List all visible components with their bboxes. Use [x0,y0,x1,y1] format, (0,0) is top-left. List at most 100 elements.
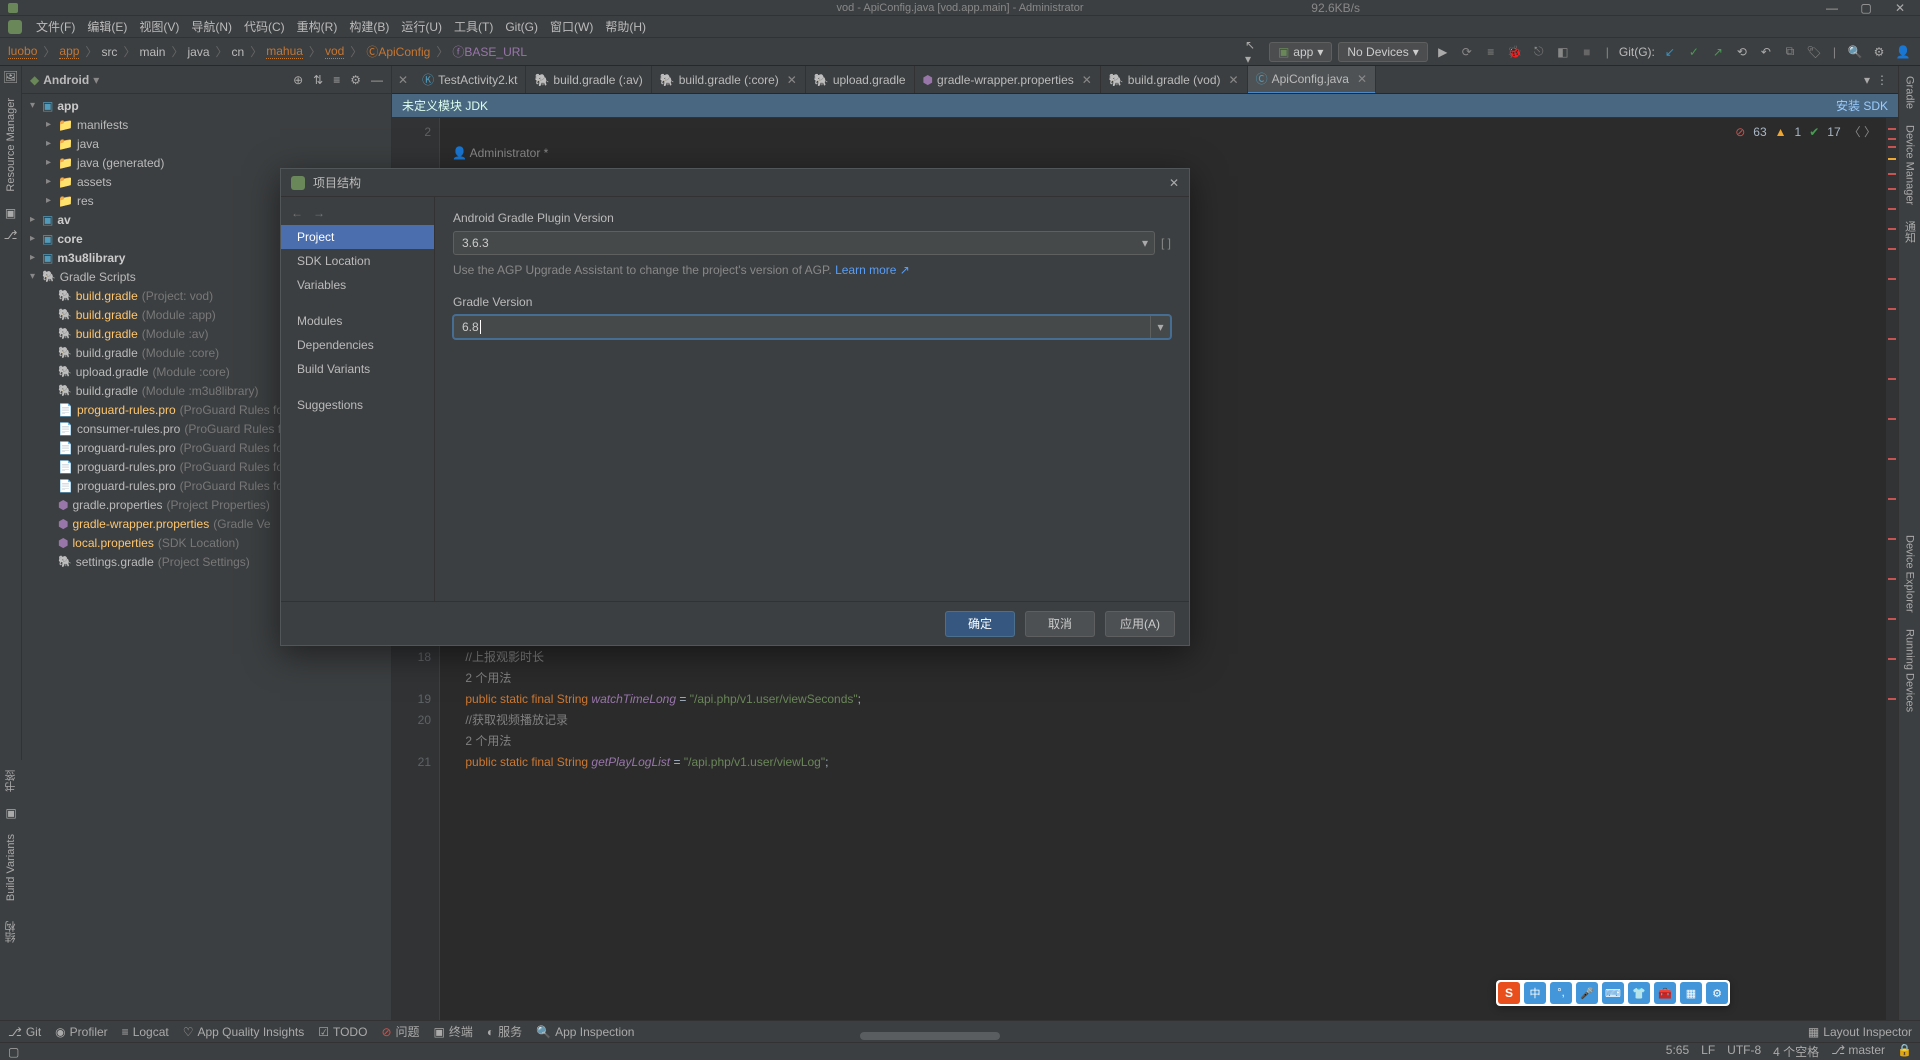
tool-device-manager[interactable]: Device Manager [1904,119,1916,211]
nav-back-icon[interactable]: ← [291,206,303,220]
tab-build-core[interactable]: 🐘build.gradle (:core)✕ [652,66,806,94]
search-icon[interactable]: 🔍 [1846,43,1864,61]
maximize-button[interactable]: ▢ [1850,0,1882,16]
menu-build[interactable]: 构建(B) [343,18,395,35]
status-encoding[interactable]: UTF-8 [1727,1043,1761,1060]
gear-icon[interactable]: ⚙ [350,73,361,87]
nav-fwd-icon[interactable]: → [313,206,325,220]
tool-git[interactable]: ⎇ Git [8,1025,41,1039]
tab-close-left[interactable]: ✕ [392,73,414,87]
breadcrumb[interactable]: src [101,45,117,59]
tab-wrapper[interactable]: ⬢gradle-wrapper.properties✕ [915,66,1101,94]
close-button[interactable]: ✕ [1884,0,1916,16]
tool-running-devices[interactable]: Running Devices [1904,623,1916,718]
status-lock-icon[interactable]: 🔒 [1897,1043,1912,1060]
tool-aqi[interactable]: ♡ App Quality Insights [183,1025,305,1039]
tool-gradle[interactable]: Gradle [1904,70,1916,115]
collapse-icon[interactable]: ≡ [333,73,340,87]
avatar-icon[interactable]: 👤 [1894,43,1912,61]
history-icon[interactable]: ⟲ [1733,43,1751,61]
tool-build-variants[interactable]: Build Variants [5,828,17,907]
menu-refactor[interactable]: 重构(R) [291,18,344,35]
breadcrumb-field[interactable]: ⓕ BASE_URL [452,43,527,60]
run-config-selector[interactable]: ▣ app ▾ [1269,42,1332,62]
menu-run[interactable]: 运行(U) [395,18,448,35]
ime-logo-icon[interactable]: S [1498,982,1520,1004]
profile-icon[interactable]: ◧ [1554,43,1572,61]
settings-icon[interactable]: ⚙ [1870,43,1888,61]
tool-app-inspection[interactable]: 🔍 App Inspection [536,1025,634,1039]
ime-keyboard-icon[interactable]: ⌨ [1602,982,1624,1004]
tab-build-av[interactable]: 🐘build.gradle (:av) [526,66,651,94]
tool-notifications[interactable]: 通知 [1902,215,1918,249]
ime-toolbar[interactable]: S 中 °, 🎤 ⌨ 👕 🧰 ▦ ⚙ [1496,980,1730,1006]
hide-icon[interactable]: — [371,73,383,87]
sidebar-item-deps[interactable]: Dependencies [281,333,434,357]
sidebar-item-sdk[interactable]: SDK Location [281,249,434,273]
tool-terminal[interactable]: ▣ 终端 [434,1023,473,1040]
ime-grid-icon[interactable]: ▦ [1680,982,1702,1004]
ime-tool-icon[interactable]: 🧰 [1654,982,1676,1004]
sidebar-item-suggestions[interactable]: Suggestions [281,393,434,417]
menu-window[interactable]: 窗口(W) [544,18,599,35]
banner-action-link[interactable]: 安装 SDK [1836,97,1888,114]
breadcrumb[interactable]: vod [325,44,344,59]
device-selector[interactable]: No Devices ▾ [1338,42,1427,62]
tab-upload[interactable]: 🐘upload.gradle [806,66,915,94]
ime-punct-icon[interactable]: °, [1550,982,1572,1004]
tool-layout-inspector[interactable]: ▦ Layout Inspector [1808,1025,1912,1039]
tool-bookmarks[interactable]: 书签 [3,764,19,798]
ok-button[interactable]: 确定 [945,611,1015,637]
bug-icon[interactable]: 🐞 [1506,43,1524,61]
menu-nav[interactable]: 导航(N) [185,18,238,35]
breadcrumb[interactable]: java [187,45,209,59]
tool-structure[interactable]: 结构 [3,915,19,949]
menu-file[interactable]: 文件(F) [30,18,81,35]
apply-button[interactable]: 应用(A) [1105,611,1175,637]
menu-help[interactable]: 帮助(H) [599,18,652,35]
compare-icon[interactable]: ⧉ [1781,43,1799,61]
git-update-icon[interactable]: ↙ [1661,43,1679,61]
commit-icon[interactable]: ⎇ [4,228,18,242]
stop-icon[interactable]: ■ [1578,43,1596,61]
ime-skin-icon[interactable]: 👕 [1628,982,1650,1004]
ime-settings-icon[interactable]: ⚙ [1706,982,1728,1004]
sidebar-item-variants[interactable]: Build Variants [281,357,434,381]
agp-brackets-icon[interactable]: [ ] [1161,236,1171,250]
tabs-more-icon[interactable]: ⋮ [1876,73,1888,87]
tool-services[interactable]: ◐ 服务 [487,1023,522,1040]
tool-device-explorer[interactable]: Device Explorer [1904,529,1916,619]
tab-testactivity[interactable]: ⓀTestActivity2.kt [414,66,526,94]
attach-icon[interactable]: ⎋ [1530,43,1548,61]
sidebar-item-project[interactable]: Project [281,225,434,249]
breadcrumb[interactable]: main [139,45,165,59]
run-icon[interactable]: ▶ [1434,43,1452,61]
tab-apiconfig[interactable]: ⒸApiConfig.java✕ [1248,66,1376,94]
sync-icon[interactable]: ↖ ▾ [1245,43,1263,61]
sidebar-item-variables[interactable]: Variables [281,273,434,297]
tool-todo[interactable]: ☑ TODO [318,1025,367,1039]
coverage-icon[interactable]: ≡ [1482,43,1500,61]
project-icon[interactable]: ▣ [5,206,16,220]
menu-view[interactable]: 视图(V) [133,18,185,35]
locate-icon[interactable]: ⊕ [293,73,303,87]
status-icon[interactable]: ▢ [8,1045,19,1059]
gradle-version-combo[interactable]: 6.8▾ [453,315,1171,339]
menu-tools[interactable]: 工具(T) [448,18,499,35]
ime-voice-icon[interactable]: 🎤 [1576,982,1598,1004]
debug-icon[interactable]: ⟳ [1458,43,1476,61]
agp-version-combo[interactable]: 3.6.3▾ [453,231,1155,255]
tool-resource-manager[interactable]: Resource Manager [5,92,17,198]
minimize-button[interactable]: — [1816,0,1848,16]
cancel-button[interactable]: 取消 [1025,611,1095,637]
breadcrumb-class[interactable]: Ⓒ ApiConfig [366,43,430,60]
learn-more-link[interactable]: Learn more ↗ [835,263,910,277]
horizontal-scrollbar[interactable] [850,1031,1070,1041]
dialog-close-icon[interactable]: ✕ [1169,176,1179,190]
tool-problems[interactable]: ⊘ 问题 [381,1023,419,1040]
git-commit-icon[interactable]: ✓ [1685,43,1703,61]
breadcrumb[interactable]: app [59,44,79,59]
project-view-selector[interactable]: Android [43,73,89,87]
status-line-ending[interactable]: LF [1701,1043,1715,1060]
tool-logcat[interactable]: ≡ Logcat [122,1025,169,1039]
